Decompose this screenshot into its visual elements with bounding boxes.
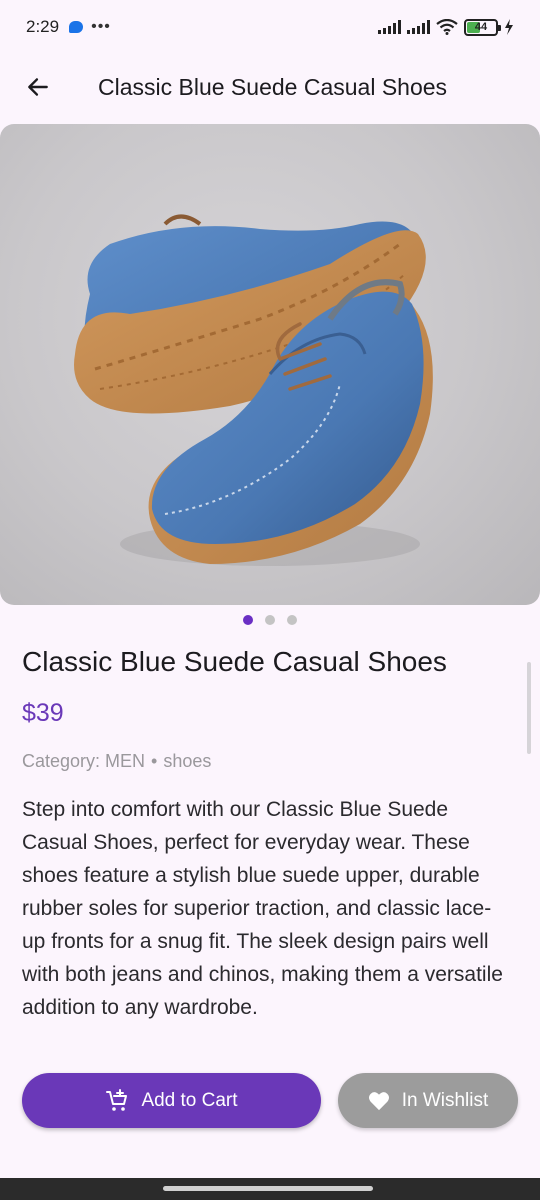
signal-icon xyxy=(378,20,401,34)
add-to-cart-label: Add to Cart xyxy=(141,1089,238,1111)
home-gesture-handle[interactable] xyxy=(163,1186,373,1191)
wifi-icon xyxy=(436,19,458,35)
subcategory-label: shoes xyxy=(163,751,212,771)
product-price: $39 xyxy=(22,699,64,727)
status-time: 2:29 xyxy=(26,17,60,36)
category-label: Category: MEN xyxy=(22,751,146,771)
signal-icon-2 xyxy=(407,20,430,34)
wishlist-label: In Wishlist xyxy=(401,1089,489,1111)
system-navigation-bar xyxy=(0,1178,540,1200)
app-bar: Classic Blue Suede Casual Shoes xyxy=(0,56,540,118)
product-image-carousel[interactable] xyxy=(0,124,540,605)
product-details: Classic Blue Suede Casual Shoes $39 Cate… xyxy=(22,640,518,1024)
carousel-dot[interactable] xyxy=(265,615,275,625)
battery-level: 44 xyxy=(474,21,488,33)
product-category: Category: MEN • shoes xyxy=(22,751,518,772)
status-icons: 44 xyxy=(378,18,514,36)
more-notifications-icon: ••• xyxy=(91,18,111,35)
scrollbar[interactable] xyxy=(527,662,531,754)
page-title: Classic Blue Suede Casual Shoes xyxy=(98,73,448,100)
battery-icon: 44 xyxy=(464,18,501,36)
product-title: Classic Blue Suede Casual Shoes xyxy=(22,646,447,677)
carousel-dot[interactable] xyxy=(243,615,253,625)
status-bar: 2:29 ••• 44 xyxy=(0,0,540,54)
product-image xyxy=(74,214,433,566)
arrow-left-icon xyxy=(28,78,48,96)
back-button[interactable] xyxy=(10,59,66,115)
category-separator: • xyxy=(151,751,158,771)
add-to-cart-icon xyxy=(106,1088,128,1111)
carousel-dot[interactable] xyxy=(287,615,297,625)
message-notification-icon xyxy=(69,21,84,33)
add-to-cart-button[interactable]: Add to Cart xyxy=(22,1073,321,1128)
heart-icon xyxy=(368,1091,389,1110)
product-description: Step into comfort with our Classic Blue … xyxy=(22,798,503,1019)
carousel-indicator xyxy=(0,615,540,625)
charging-icon xyxy=(505,19,513,35)
wishlist-button[interactable]: In Wishlist xyxy=(338,1073,518,1128)
